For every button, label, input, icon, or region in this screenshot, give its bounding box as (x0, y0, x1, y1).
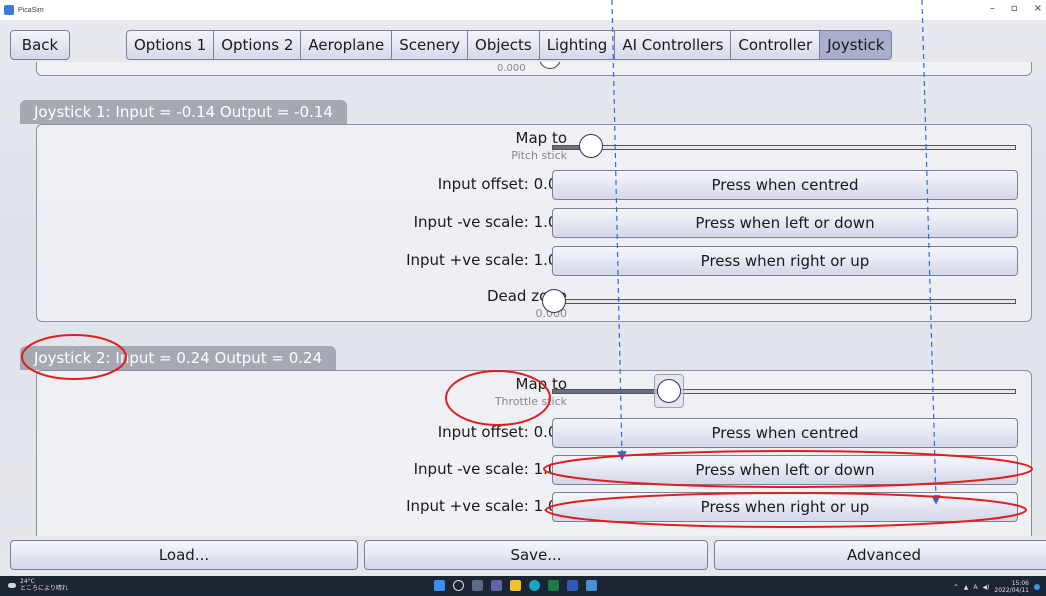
app-icon (4, 5, 14, 15)
j1-left-down-button[interactable]: Press when left or down (552, 208, 1018, 238)
tab-scenery[interactable]: Scenery (392, 30, 469, 60)
j2-right-up-button[interactable]: Press when right or up (552, 492, 1018, 522)
bottom-bar: Load... Save... Advanced (0, 538, 1046, 574)
j2-input-offset-label: Input offset: 0.00 (437, 423, 567, 441)
tab-aeroplane[interactable]: Aeroplane (301, 30, 393, 60)
joystick-1-header: Joystick 1: Input = -0.14 Output = -0.14 (20, 100, 347, 124)
j1-map-to-knob[interactable] (579, 134, 603, 158)
j1-centred-button[interactable]: Press when centred (552, 170, 1018, 200)
tab-ai-controllers[interactable]: AI Controllers (615, 30, 732, 60)
speaker-icon[interactable]: ◀) (982, 584, 989, 591)
tab-joystick[interactable]: Joystick (820, 30, 893, 60)
back-button[interactable]: Back (10, 30, 70, 60)
excel-icon[interactable] (548, 580, 559, 591)
j1-pos-scale-label: Input +ve scale: 1.00 (406, 251, 567, 269)
clock-time[interactable]: 15:06 (1012, 580, 1029, 587)
advanced-button[interactable]: Advanced (714, 540, 1046, 570)
save-button[interactable]: Save... (364, 540, 708, 570)
j2-neg-scale-label: Input -ve scale: 1.00 (413, 460, 567, 478)
joystick-2-header: Joystick 2: Input = 0.24 Output = 0.24 (20, 346, 337, 370)
system-tray: ^ ▲ A ◀) 15:06 2022/04/11 (954, 580, 1040, 594)
window-controls: – ▫ × (990, 3, 1042, 14)
search-icon[interactable] (453, 580, 464, 591)
j1-dead-zone-slider[interactable] (552, 299, 1016, 304)
j1-map-to-value: Pitch stick (511, 149, 567, 162)
chevron-up-icon[interactable]: ^ (954, 584, 959, 591)
explorer-icon[interactable] (510, 580, 521, 591)
ime-icon[interactable]: A (973, 584, 977, 591)
close-icon[interactable]: × (1034, 3, 1042, 14)
tab-lighting[interactable]: Lighting (539, 30, 616, 60)
joystick-1-panel: Map to Pitch stick Input offset: 0.00 Pr… (36, 124, 1032, 322)
j2-map-to-slider[interactable] (552, 389, 1016, 394)
j2-pos-scale-label: Input +ve scale: 1.00 (406, 497, 567, 515)
j2-map-to-fill (553, 390, 669, 393)
start-icon[interactable] (434, 580, 445, 591)
cloud-icon (8, 582, 16, 588)
top-navigation: Back Options 1 Options 2 Aeroplane Scene… (0, 22, 1046, 62)
picasim-taskbar-icon[interactable] (586, 580, 597, 591)
j1-right-up-button[interactable]: Press when right or up (552, 246, 1018, 276)
j2-map-to-value: Throttle stick (494, 395, 567, 408)
edge-icon[interactable] (529, 580, 540, 591)
clock-date[interactable]: 2022/04/11 (994, 587, 1029, 594)
weather-temp: 24°C (20, 578, 35, 585)
word-icon[interactable] (567, 580, 578, 591)
previous-section-panel: 0.000 (36, 62, 1032, 76)
tab-bar: Options 1 Options 2 Aeroplane Scenery Ob… (126, 30, 893, 60)
j2-map-to-knob[interactable] (657, 379, 681, 403)
j1-neg-scale-label: Input -ve scale: 1.00 (413, 213, 567, 231)
joystick-2-panel: Map to Throttle stick Input offset: 0.00… (36, 370, 1032, 536)
maximize-icon[interactable]: ▫ (1011, 3, 1018, 14)
j1-dead-zone-knob[interactable] (542, 289, 566, 313)
taskbar-apps (434, 580, 597, 591)
window-titlebar: PicaSim – ▫ × (0, 0, 1046, 20)
j2-left-down-button[interactable]: Press when left or down (552, 455, 1018, 485)
settings-content[interactable]: 0.000 Joystick 1: Input = -0.14 Output =… (0, 62, 1046, 536)
minimize-icon[interactable]: – (990, 3, 995, 14)
tab-controller[interactable]: Controller (731, 30, 821, 60)
os-taskbar: 24°C ところにより晴れ ^ ▲ A ◀) 15:06 2022/04/11 (0, 576, 1046, 596)
tab-objects[interactable]: Objects (468, 30, 540, 60)
j1-map-to-slider[interactable] (552, 145, 1016, 150)
j1-input-offset-label: Input offset: 0.00 (437, 175, 567, 193)
load-button[interactable]: Load... (10, 540, 358, 570)
prev-dead-zone-value: 0.000 (497, 63, 526, 74)
notification-icon[interactable] (1034, 584, 1040, 590)
teams-icon[interactable] (491, 580, 502, 591)
j2-centred-button[interactable]: Press when centred (552, 418, 1018, 448)
weather-widget[interactable]: 24°C ところにより晴れ (8, 578, 68, 592)
prev-dead-zone-knob[interactable] (539, 62, 561, 69)
window-title: PicaSim (18, 6, 44, 14)
tab-options-1[interactable]: Options 1 (126, 30, 215, 60)
weather-desc: ところにより晴れ (20, 585, 68, 592)
task-view-icon[interactable] (472, 580, 483, 591)
tab-options-2[interactable]: Options 2 (214, 30, 302, 60)
network-icon[interactable]: ▲ (964, 584, 969, 591)
